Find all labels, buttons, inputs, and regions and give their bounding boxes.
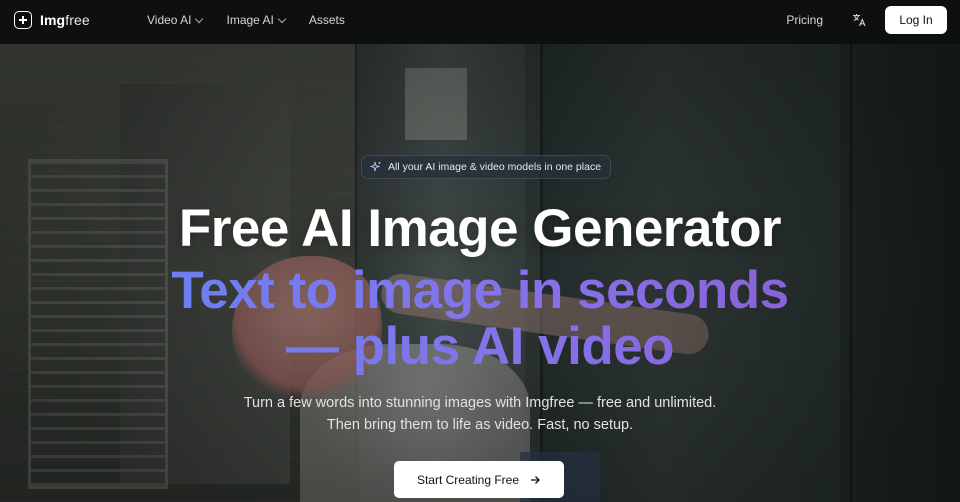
login-button[interactable]: Log In [885,6,947,34]
translate-icon[interactable] [851,12,867,28]
hero-description-line-2: Then bring them to life as video. Fast, … [326,417,634,433]
chevron-down-icon [277,14,287,23]
sparkle-icon [370,161,381,172]
hero-subtitle-line-2: — plus AI video [0,316,960,377]
hero-title: Free AI Image Generator [178,199,782,258]
top-navbar: Imgfree Video AI Image AI Assets Pricing… [0,0,960,44]
hero-description-line-1: Turn a few words into stunning images wi… [243,395,717,411]
hero-badge-text: All your AI image & video models in one … [388,161,602,173]
nav-item-pricing[interactable]: Pricing [786,13,823,27]
nav-item-video-ai[interactable]: Video AI [147,13,204,27]
chevron-down-icon [195,14,204,23]
start-creating-label: Start Creating Free [416,472,520,487]
hero-badge: All your AI image & video models in one … [361,155,612,179]
start-creating-button[interactable]: Start Creating Free [394,461,564,498]
nav-item-image-ai[interactable]: Image AI [226,13,287,27]
nav-item-assets[interactable]: Assets [309,13,345,27]
nav-menu: Video AI Image AI Assets [147,13,345,27]
logo-plus-icon [14,11,32,29]
hero-subtitle-line-1: Text to image in seconds [0,260,960,321]
nav-actions: Pricing Log In [786,6,947,34]
logo[interactable]: Imgfree [14,11,90,29]
logo-text: Imgfree [40,12,90,28]
arrow-right-icon [531,475,540,484]
